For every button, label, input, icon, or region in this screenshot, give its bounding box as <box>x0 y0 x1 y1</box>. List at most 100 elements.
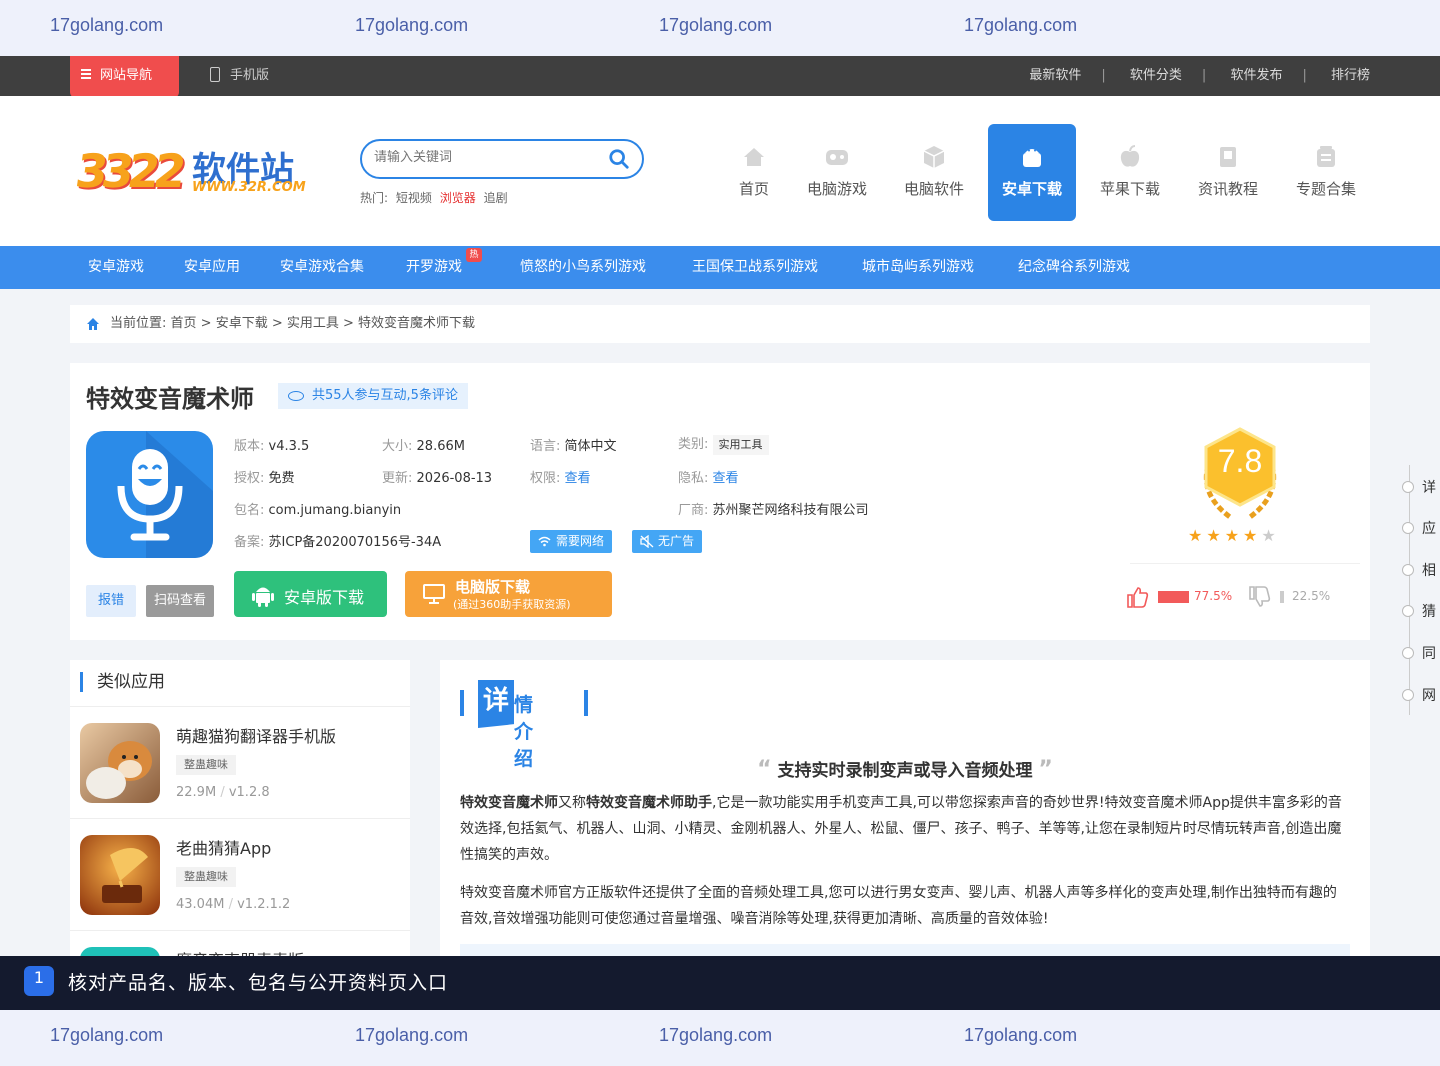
meta-icp: 备案: 苏ICP备2020070156号-34A <box>234 531 441 550</box>
meta-vendor: 厂商: 苏州聚芒网络科技有限公司 <box>678 499 869 518</box>
similar-apps: 类似应用 萌趣猫狗翻译器手机版 整蛊趣味 22.9M / v1.2.8 老曲猜猜… <box>70 660 410 1027</box>
android-download-button[interactable]: 安卓版下载 <box>234 571 387 617</box>
notice-text: 核对产品名、版本、包名与公开资料页入口 <box>68 972 449 994</box>
wifi-icon <box>538 536 551 547</box>
meta-size: 大小: 28.66M <box>382 435 465 454</box>
chip-text: 需要网络 <box>556 534 605 548</box>
menu-icon <box>81 69 91 71</box>
hot-keyword[interactable]: 浏览器 <box>440 191 476 205</box>
hot-keyword[interactable]: 短视频 <box>396 191 432 205</box>
divider <box>1130 563 1360 564</box>
search-input[interactable] <box>374 150 594 165</box>
top-link-ranking[interactable]: 排行榜 <box>1331 68 1370 83</box>
category-tag[interactable]: 实用工具 <box>712 435 769 455</box>
box-icon <box>923 146 945 168</box>
nav-news[interactable]: 资讯教程 <box>1184 124 1272 221</box>
nav-topics[interactable]: 专题合集 <box>1282 124 1370 221</box>
top-bar: 网站导航 手机版 最新软件 | 软件分类 | 软件发布 | 排行榜 <box>0 56 1440 98</box>
subnav-android-apps[interactable]: 安卓应用 <box>184 246 240 289</box>
subnav-game-collection[interactable]: 安卓游戏合集 <box>280 246 364 289</box>
subnav-angry-birds[interactable]: 愤怒的小鸟系列游戏 <box>520 246 646 289</box>
meta-category: 类别: 实用工具 <box>678 433 769 455</box>
star-icon: ★ <box>1188 526 1207 545</box>
meta-label: 授权: <box>234 471 265 486</box>
star-icon: ★ <box>1224 526 1244 545</box>
phone-icon <box>210 67 220 82</box>
watermark-text: 17golang.com <box>355 15 469 35</box>
meta-license: 授权: 免费 <box>234 467 295 486</box>
monitor-icon <box>423 584 445 604</box>
meta-value: 苏ICP备2020070156号-34A <box>268 535 442 550</box>
nav-home[interactable]: 首页 <box>710 124 798 221</box>
android-icon <box>1023 149 1041 167</box>
app-title: 特效变音魔术师 <box>86 385 254 413</box>
nav-pc-games[interactable]: 电脑游戏 <box>793 124 881 221</box>
side-anchor[interactable]: 详 <box>1402 477 1440 497</box>
hot-keyword[interactable]: 追剧 <box>484 191 508 205</box>
subnav-monument-valley[interactable]: 纪念碑谷系列游戏 <box>1018 246 1130 289</box>
breadcrumb-label: 当前位置: <box>110 316 167 331</box>
nav-label: 安卓下载 <box>1001 180 1062 198</box>
top-link-publish[interactable]: 软件发布 <box>1230 68 1282 83</box>
subnav-city-island[interactable]: 城市岛屿系列游戏 <box>862 246 974 289</box>
search-box <box>360 139 644 179</box>
hot-label: 热门: <box>360 191 389 205</box>
mobile-version-link[interactable]: 手机版 <box>210 56 269 96</box>
report-button[interactable]: 报错 <box>86 585 136 617</box>
top-link-category[interactable]: 软件分类 <box>1130 68 1182 83</box>
watermark-text: 17golang.com <box>964 1025 1078 1045</box>
meta-permission: 权限: 查看 <box>530 467 591 486</box>
permission-link[interactable]: 查看 <box>565 471 591 486</box>
meta-label: 更新: <box>382 471 413 486</box>
android-icon <box>252 587 274 607</box>
nav-android[interactable]: 安卓下载 <box>988 124 1076 221</box>
side-anchor[interactable]: 猜 <box>1402 601 1440 621</box>
detail-paragraph: 特效变音魔术师又称特效变音魔术师助手,它是一款功能实用手机变声工具,可以带您探索… <box>460 795 1342 863</box>
like-bar <box>1158 591 1189 603</box>
nav-apple[interactable]: 苹果下载 <box>1086 124 1174 221</box>
app-category: 整蛊趣味 <box>176 755 236 775</box>
nav-pc-software[interactable]: 电脑软件 <box>890 124 978 221</box>
breadcrumb-path[interactable]: 首页 > 安卓下载 > 实用工具 > 特效变音魔术师下载 <box>171 316 475 331</box>
gramophone-icon <box>102 847 148 903</box>
pc-download-button[interactable]: 电脑版下载 (通过360助手获取资源) <box>405 571 612 617</box>
meta-label: 隐私: <box>678 471 709 486</box>
subnav-kairo[interactable]: 开罗游戏 <box>406 246 462 289</box>
meta-value: 28.66M <box>416 439 465 454</box>
meta-value: 苏州聚芒网络科技有限公司 <box>712 503 869 518</box>
side-anchor[interactable]: 网 <box>1402 685 1440 705</box>
microphone-icon <box>117 431 213 558</box>
step-badge: 1 <box>24 966 54 996</box>
nav-label: 首页 <box>738 180 769 198</box>
list-item[interactable]: 老曲猜猜App 整蛊趣味 43.04M / v1.2.1.2 <box>70 818 410 930</box>
mute-icon <box>640 535 654 548</box>
meta-value: v4.3.5 <box>268 439 310 454</box>
subnav-kingdom-rush[interactable]: 王国保卫战系列游戏 <box>692 246 818 289</box>
meta-privacy: 隐私: 查看 <box>678 467 739 486</box>
home-icon <box>87 318 99 330</box>
meta-value: 简体中文 <box>564 439 617 454</box>
meta-value: com.jumang.bianyin <box>268 503 402 518</box>
search-icon[interactable] <box>608 148 630 170</box>
site-nav-button[interactable]: 网站导航 <box>70 56 179 98</box>
side-anchor[interactable]: 相 <box>1402 560 1440 580</box>
home-icon <box>744 148 764 166</box>
top-link-latest[interactable]: 最新软件 <box>1029 68 1081 83</box>
watermark-text: 17golang.com <box>659 15 773 35</box>
watermark-text: 17golang.com <box>355 1025 469 1045</box>
document-icon <box>1220 147 1236 167</box>
pc-download-sub: (通过360助手获取资源) <box>453 598 571 611</box>
privacy-link[interactable]: 查看 <box>713 471 739 486</box>
side-anchor[interactable]: 应 <box>1402 518 1440 538</box>
comments-badge[interactable]: 共55人参与互动,5条评论 <box>278 383 468 409</box>
watermark-bottom: 17golang.com 17golang.com 17golang.com 1… <box>0 1010 1440 1066</box>
nav-label: 苹果下载 <box>1099 180 1160 198</box>
site-logo[interactable]: 3322 软件站 WWW.32R.COM <box>72 144 306 204</box>
meta-update: 更新: 2026-08-13 <box>382 467 492 486</box>
subnav-android-games[interactable]: 安卓游戏 <box>88 246 144 289</box>
side-anchor[interactable]: 同 <box>1402 643 1440 663</box>
watermark-text: 17golang.com <box>50 15 164 35</box>
list-item[interactable]: 萌趣猫狗翻译器手机版 整蛊趣味 22.9M / v1.2.8 <box>70 706 410 818</box>
scan-qr-button[interactable]: 扫码查看 <box>146 585 214 617</box>
no-ads-chip: 无广告 <box>632 530 703 553</box>
